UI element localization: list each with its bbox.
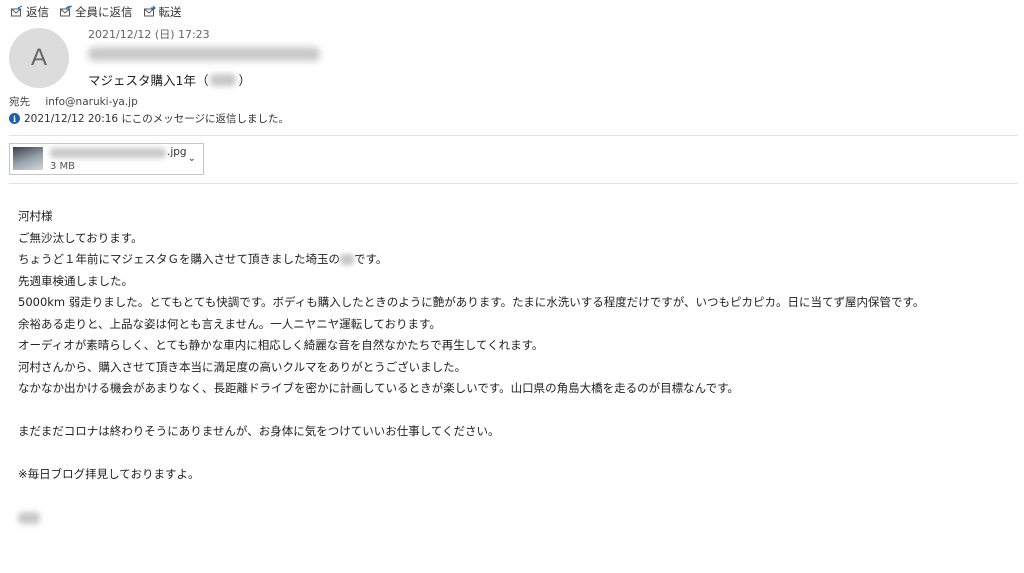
attachment-divider <box>9 183 1018 184</box>
forward-label: 転送 <box>158 5 182 19</box>
attachment-size: 3 MB <box>50 161 76 172</box>
body-line: 先週車検通しました。 <box>18 273 133 288</box>
body-line: ご無沙汰しております。 <box>18 230 143 245</box>
sender-avatar: A <box>9 28 69 88</box>
chevron-down-icon[interactable]: ⌄ <box>188 153 196 164</box>
signature <box>18 507 924 529</box>
sender-address-redacted <box>88 47 320 61</box>
body-line-part: です。 <box>354 252 388 266</box>
forward-button[interactable]: 転送 <box>143 4 182 20</box>
body-line: まだまだコロナは終わりそうにありませんが、お身体に気をつけていいお仕事してくださ… <box>18 424 500 438</box>
info-icon: i <box>9 113 20 124</box>
body-line: 河村さんから、購入させて頂き本当に満足度の高いクルマをありがとうございました。 <box>18 359 467 374</box>
body-line: なかなか出かける機会があまりなく、長距離ドライブを密かに計画しているときが楽しい… <box>18 381 739 395</box>
body-line-part: ちょうど１年前にマジェスタＧを購入させて頂きました埼玉の <box>18 252 340 266</box>
reply-button[interactable]: 返信 <box>10 4 49 20</box>
signature-redacted <box>18 512 40 524</box>
subject-suffix: ） <box>238 73 251 88</box>
reply-info-bar: i 2021/12/12 20:16 にこのメッセージに返信しました。 <box>9 111 289 126</box>
message-subject: マジェスタ購入1年（ ） <box>88 70 251 89</box>
body-line: ちょうど１年前にマジェスタＧを購入させて頂きました埼玉の です。 <box>18 249 924 271</box>
attachment-name-redacted <box>50 148 166 158</box>
forward-icon <box>143 5 156 17</box>
reply-label: 返信 <box>26 5 49 19</box>
reply-info-text: 2021/12/12 20:16 にこのメッセージに返信しました。 <box>24 113 290 125</box>
message-toolbar: 返信 全員に返信 転送 <box>10 4 182 20</box>
attachment-thumbnail <box>13 147 43 170</box>
body-line: 余裕ある走りと、上品な姿は何とも言えません。一人ニヤニヤ運転しております。 <box>18 316 441 331</box>
sent-date: 2021/12/12 (日) 17:23 <box>88 28 210 41</box>
header-divider <box>9 135 1018 136</box>
reply-icon <box>11 5 23 17</box>
body-line: ※毎日ブログ拝見しておりますよ。 <box>18 467 200 481</box>
body-line: 5000km 弱走りました。とてもとても快調です。ボディも購入したときのように艶… <box>18 295 925 309</box>
reply-all-button[interactable]: 全員に返信 <box>59 4 133 20</box>
recipient-line: 宛先 info@naruki-ya.jp <box>9 94 138 109</box>
message-body: 河村様 ご無沙汰しております。 ちょうど１年前にマジェスタＧを購入させて頂きまし… <box>18 206 924 529</box>
avatar-initial: A <box>30 44 47 71</box>
subject-prefix: マジェスタ購入1年（ <box>88 73 209 88</box>
attachment-extension: .jpg <box>167 146 187 158</box>
reply-all-label: 全員に返信 <box>75 5 133 19</box>
body-line: オーディオが素晴らしく、とても静かな車内に相応しく綺麗な音を自然なかたちで再生し… <box>18 338 544 352</box>
name-redacted <box>340 254 354 265</box>
attachment-card[interactable]: .jpg 3 MB ⌄ <box>9 143 204 175</box>
reply-all-icon <box>60 5 73 17</box>
body-greeting: 河村様 <box>18 209 53 223</box>
to-label: 宛先 <box>9 96 30 108</box>
subject-redacted <box>210 73 237 86</box>
to-address[interactable]: info@naruki-ya.jp <box>45 96 137 108</box>
